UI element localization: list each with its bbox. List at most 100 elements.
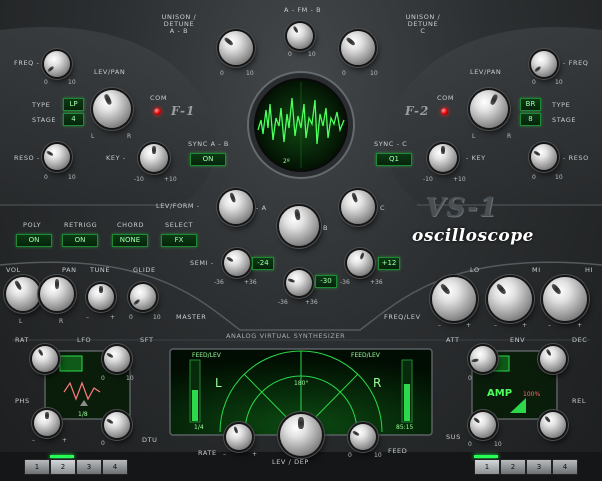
unison-c-knob[interactable] [341,31,375,65]
semi-a-knob[interactable] [224,250,250,276]
vol-knob[interactable] [6,277,40,311]
f2-stage-display[interactable]: 8 [520,113,541,126]
f2-key-knob[interactable] [429,144,457,172]
unison-ab-knob[interactable] [219,31,253,65]
scale-minus: – [438,322,441,329]
left-tab-2[interactable]: 2 [50,459,76,475]
lfo-dtu-knob[interactable] [104,412,130,438]
f1-freq-label: FREQ - [14,59,40,67]
sync-c-display[interactable]: Q1 [376,153,412,166]
levform-label: LEV/FORM - [156,202,200,210]
scale-m10: -10 [423,176,433,183]
scale-plus: + [577,322,583,329]
fx-left-value: 1/4 [194,424,204,431]
fx-rate-label: RATE [198,449,217,457]
semi-c-display[interactable]: +12 [378,257,400,270]
lfo-rat-knob[interactable] [32,346,58,372]
f2-type-display[interactable]: BR [520,98,541,111]
f1-key-knob[interactable] [140,144,168,172]
sync-ab-display[interactable]: ON [190,153,226,166]
semi-b-knob[interactable] [286,270,312,296]
scale-plus: + [252,451,258,458]
env-att-knob[interactable] [470,346,496,372]
levform-c-knob[interactable] [341,190,375,224]
vs1-logo: VS-1 [425,193,498,223]
scale-p10: +10 [164,176,177,183]
f1-type-display[interactable]: LP [63,98,84,111]
scale-minus: – [32,437,35,444]
f2-levpan-knob[interactable] [470,90,508,128]
select-label: SELECT [165,221,194,229]
eq-hi-knob[interactable] [543,277,587,321]
amp-label: AMP [487,388,513,399]
fx-levdep-knob[interactable] [280,414,322,456]
f1-stage-display[interactable]: 4 [63,113,84,126]
env-dec-label: DEC [572,336,588,344]
right-tab-indicator [474,455,498,458]
select-button[interactable]: FX [161,234,197,247]
chord-label: CHORD [117,221,145,229]
scale-l: L [472,133,476,140]
scale-0: 0 [342,70,346,77]
levform-b-knob[interactable] [279,206,319,246]
left-tab-1[interactable]: 1 [24,459,50,475]
osc-b-label: B [323,224,329,232]
right-tab-4[interactable]: 4 [552,459,578,475]
scale-plus: + [522,322,528,329]
scale-10: 10 [153,314,161,321]
f2-reso-knob[interactable] [531,144,557,170]
scale-m36: -36 [340,279,350,286]
right-tab-3[interactable]: 3 [526,459,552,475]
lfo-sft-knob[interactable] [104,346,130,372]
eq-mi-knob[interactable] [488,277,532,321]
eq-lo-knob[interactable] [432,277,476,321]
retrigg-button[interactable]: ON [62,234,98,247]
right-tab-2[interactable]: 2 [500,459,526,475]
f1-levpan-knob[interactable] [93,90,131,128]
left-tab-4[interactable]: 4 [102,459,128,475]
pan-label: PAN [62,266,77,274]
f1-title: F-1 [171,104,196,118]
f1-levpan-label: LEV/PAN [94,68,126,76]
right-tab-1[interactable]: 1 [474,459,500,475]
chord-button[interactable]: NONE [112,234,148,247]
scale-m36: -36 [214,279,224,286]
env-dec-knob[interactable] [540,346,566,372]
scale-10: 10 [370,70,378,77]
levform-a-knob[interactable] [219,190,253,224]
env-rel-knob[interactable] [540,412,566,438]
fx-rate-knob[interactable] [226,424,252,450]
unison-ab-label: UNISON / DETUNE A - B [161,13,197,35]
tune-knob[interactable] [88,284,114,310]
env-sus-knob[interactable] [470,412,496,438]
scale-10: 10 [126,375,134,382]
semi-b-display[interactable]: -30 [315,275,337,288]
scale-0: 0 [101,440,105,447]
semi-a-display[interactable]: -24 [252,257,274,270]
unison-c-label: UNISON / DETUNE C [405,13,441,35]
semi-c-knob[interactable] [347,250,373,276]
scale-r: R [507,133,512,140]
fx-angle: 180° [294,380,309,387]
eq-lo-label: LO [470,266,480,274]
fx-feed-knob[interactable] [350,424,376,450]
scale-0: 0 [468,441,472,448]
f1-freq-knob[interactable] [44,51,70,77]
scale-plus: + [62,437,68,444]
lfo-phs-knob[interactable] [34,410,60,436]
scale-p36: +36 [370,279,383,286]
poly-label: POLY [23,221,42,229]
f2-reso-label: - RESO [563,154,589,162]
left-tab-3[interactable]: 3 [76,459,102,475]
env-label: ENV [510,336,526,344]
f2-freq-knob[interactable] [531,51,557,77]
scale-0: 0 [348,452,352,459]
f1-reso-knob[interactable] [44,144,70,170]
lfo-label: LFO [77,336,92,344]
scale-minus: – [86,314,89,321]
glide-knob[interactable] [130,284,156,310]
banner: ANALOG VIRTUAL SYNTHESIZER [226,332,346,340]
afmb-knob[interactable] [287,23,313,49]
poly-button[interactable]: ON [16,234,52,247]
pan-knob[interactable] [40,277,74,311]
